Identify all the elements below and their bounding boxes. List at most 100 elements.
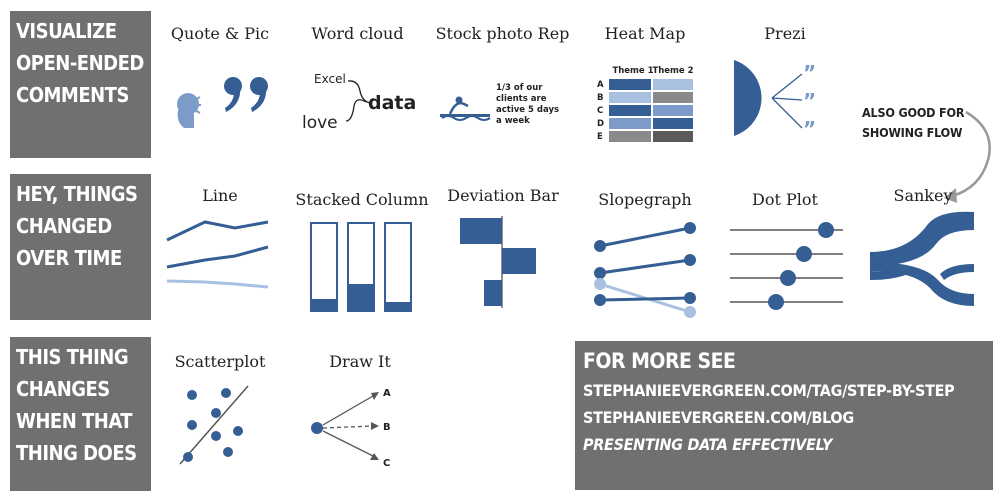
scatter-point [233,426,243,436]
book-title: PRESENTING DATA EFFECTIVELY [583,435,833,454]
column-fill [349,284,373,310]
heat-map-row-label: C [597,106,603,116]
half-circle-shape [734,60,762,136]
heat-cell [653,118,693,129]
column-outline [310,222,338,312]
deviation-bar [460,218,502,244]
row-label-line: THING DOES [16,441,137,465]
column-fill [312,299,336,310]
link-step-by-step[interactable]: STEPHANIEEVERGREEN.COM/TAG/STEP-BY-STEP [583,377,985,404]
row-label-relationship: THIS THING CHANGES WHEN THAT THING DOES [10,337,151,491]
quote-mark-icon: ” ” ” [803,61,816,141]
stat-line: a week [496,116,530,126]
scatter-point [221,388,231,398]
sankey-title: Sankey [893,186,953,205]
word-excel: Excel [314,72,346,86]
svg-text:”: ” [803,89,816,113]
stat-line: 1/3 of our [496,83,543,93]
scatter-point [211,431,221,441]
dot [780,270,796,286]
slope-point [594,294,606,306]
heat-cell [609,92,651,103]
dot-plot-title: Dot Plot [752,190,818,209]
series-line [166,220,269,242]
heat-map-row-label: E [597,132,603,142]
dot [796,246,812,262]
heat-cell [653,105,693,116]
row-label-line: HEY, THINGS [16,182,138,206]
row-label-line: VISUALIZE [16,19,117,43]
heat-cell [653,92,693,103]
scatter-point [187,420,197,430]
sankey-flow [870,211,974,266]
row-label-line: OPEN-ENDED [16,51,144,75]
arrow-head-icon [370,453,379,460]
water-line [440,114,490,117]
draw-it-title: Draw It [329,352,391,371]
slope-point [684,222,696,234]
row-label-line: THIS THING [16,345,129,369]
row-label-line: COMMENTS [16,83,129,107]
heat-cell [653,79,693,90]
stat-line: active 5 days [496,105,559,115]
slope-point [594,278,606,290]
scatterplot-graphic [179,385,249,465]
row-label-changed-over-time: HEY, THINGS CHANGED OVER TIME [10,174,151,320]
heat-map-row-label: B [597,93,603,103]
stacked-column-graphic [310,222,412,312]
stock-photo-title: Stock photo Rep [435,24,570,43]
word-cloud-title: Word cloud [311,24,404,43]
scatterplot-title: Scatterplot [174,352,266,371]
origin-point [311,422,323,434]
word-love: love [302,113,338,133]
for-more-see-panel: FOR MORE SEE STEPHANIEEVERGREEN.COM/TAG/… [575,341,993,490]
heat-map-graphic: Theme 1 Theme 2 A B C D E [597,66,694,142]
scatter-point [183,452,193,462]
stat-line: clients are [496,94,547,104]
dot [818,222,834,238]
series-line [166,245,269,269]
dot-plot-graphic [730,222,843,310]
heat-map-row-label: A [597,80,604,90]
scatter-point [211,408,221,418]
prezi-graphic: ” ” ” [734,60,816,141]
prezi-title: Prezi [764,24,806,43]
row-label-line: CHANGES [16,377,110,401]
slope-point [684,254,696,266]
link-blog[interactable]: STEPHANIEEVERGREEN.COM/BLOG [583,404,985,431]
heat-cell [609,79,651,90]
slope-point [684,292,696,304]
stacked-column-title: Stacked Column [295,190,429,209]
sankey-flow [940,264,974,280]
svg-text:”: ” [803,117,816,141]
dot [768,294,784,310]
draw-it-graphic: A B C [311,388,391,469]
heat-map-title: Heat Map [604,24,686,43]
heat-map-row-label: D [597,119,604,129]
draw-it-label: C [383,458,390,469]
svg-text:”: ” [803,61,816,85]
heat-map-header: Theme 2 [652,66,693,76]
slope-point [594,240,606,252]
draw-it-label: B [383,422,391,433]
row-label-line: CHANGED [16,214,112,238]
line-title: Line [202,186,238,205]
quote-mark-icon [224,77,268,112]
row-label-line: OVER TIME [16,246,122,270]
row-label-line: WHEN THAT [16,409,133,433]
scatter-point [187,390,197,400]
scatter-point [223,447,233,457]
heat-cell [653,131,693,142]
slopegraph-title: Slopegraph [598,190,692,209]
column-fill [386,302,410,310]
slope-point [684,306,696,318]
heat-cell [609,118,651,129]
stock-photo-graphic: 1/3 of our clients are active 5 days a w… [440,83,559,126]
speaking-head-icon [177,93,201,128]
quote-pic-title: Quote & Pic [170,24,270,43]
heat-map-header: Theme 1 [612,66,653,76]
deviation-bar-graphic [460,216,536,308]
slopegraph-graphic [594,222,696,318]
for-more-title: FOR MORE SEE [583,349,736,373]
column-outline [384,222,412,312]
